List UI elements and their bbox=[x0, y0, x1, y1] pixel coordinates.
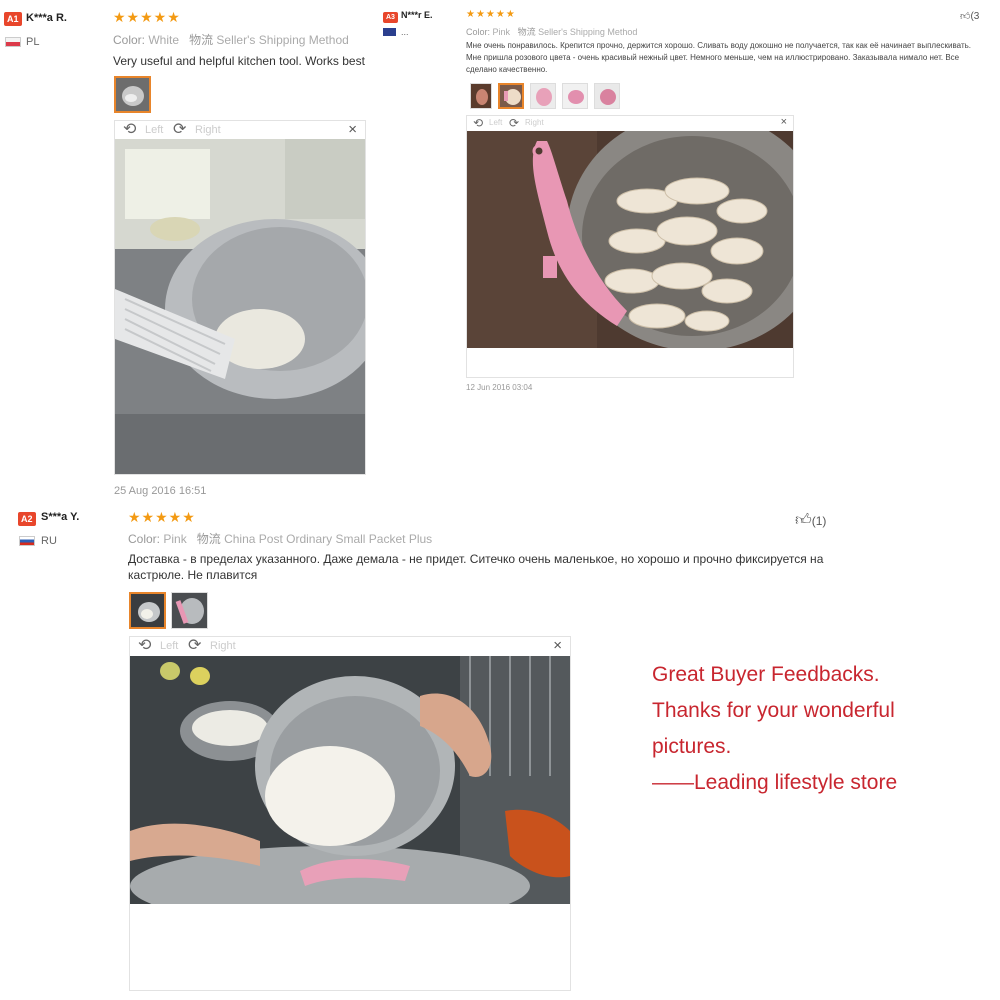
color-value: Pink bbox=[163, 532, 187, 546]
review-date: 25 Aug 2016 16:51 bbox=[114, 485, 207, 497]
rotate-left-icon[interactable]: ⟲ bbox=[138, 638, 151, 654]
review-photo-thumbnail[interactable] bbox=[129, 592, 166, 629]
review-attributes: Color: Pink 物流 China Post Ordinary Small… bbox=[128, 530, 432, 547]
rotate-right-label[interactable]: Right bbox=[525, 118, 544, 127]
rotate-right-icon[interactable]: ⟳ bbox=[509, 117, 519, 129]
promo-line-4: ——Leading lifestyle store bbox=[652, 771, 898, 794]
review-photo-thumbnail[interactable] bbox=[530, 83, 556, 109]
rotate-left-icon[interactable]: ⟲ bbox=[473, 117, 483, 129]
reviewer-name: K***a R. bbox=[26, 12, 67, 24]
color-label: Color: bbox=[113, 33, 146, 47]
review-photo-thumbnail[interactable] bbox=[114, 76, 151, 113]
rotate-right-icon[interactable]: ⟳ bbox=[188, 638, 201, 654]
helpful-count: (1) bbox=[811, 514, 827, 528]
flag-icon bbox=[19, 536, 35, 546]
promo-line-2: Thanks for your wonderful bbox=[652, 699, 895, 722]
close-icon[interactable]: × bbox=[553, 637, 562, 654]
viewer-toolbar: ⟲ Left ⟳ Right × bbox=[115, 121, 365, 139]
color-value: White bbox=[148, 33, 180, 47]
photo-viewer: ⟲ Left ⟳ Right × bbox=[466, 115, 794, 378]
reviewer-country: ... bbox=[401, 27, 409, 37]
review-text: Доставка - в пределах указанного. Даже д… bbox=[128, 552, 824, 582]
review-photo-thumbnail[interactable] bbox=[594, 83, 620, 109]
star-rating: ★★★★★ bbox=[128, 509, 196, 525]
helpful-button[interactable]: 👍︎(1) bbox=[795, 511, 826, 530]
helpful-button[interactable]: 👍︎(3 bbox=[960, 10, 979, 22]
reviewer-name: S***a Y. bbox=[41, 511, 80, 523]
review-attributes: Color: Pink 物流 Seller's Shipping Method bbox=[466, 25, 637, 38]
review-photo-thumbnail[interactable] bbox=[562, 83, 588, 109]
star-rating: ★★★★★ bbox=[466, 9, 516, 20]
buyer-level-badge: A1 bbox=[4, 12, 22, 26]
flag-icon bbox=[383, 28, 396, 36]
review-text: Very useful and helpful kitchen tool. Wo… bbox=[113, 54, 365, 68]
promo-line-3: pictures. bbox=[652, 735, 732, 758]
reviewer-country: PL bbox=[26, 36, 40, 48]
promo-line-1: Great Buyer Feedbacks. bbox=[652, 663, 880, 686]
star-rating: ★★★★★ bbox=[113, 9, 181, 25]
reviewer-country: RU bbox=[41, 535, 57, 547]
review-photo-thumbnail[interactable] bbox=[171, 592, 208, 629]
buyer-level-badge: A2 bbox=[18, 512, 36, 526]
viewer-toolbar: ⟲ Left ⟳ Right × bbox=[467, 116, 793, 130]
review-photo-thumbnail[interactable] bbox=[498, 83, 524, 109]
shipping-label: 物流 bbox=[517, 27, 536, 37]
color-label: Color: bbox=[128, 532, 161, 546]
reviewer-name: N***r E. bbox=[401, 10, 433, 20]
flag-icon bbox=[5, 37, 21, 47]
rotate-left-label[interactable]: Left bbox=[145, 124, 163, 136]
rotate-left-label[interactable]: Left bbox=[160, 640, 178, 652]
rotate-right-icon[interactable]: ⟳ bbox=[173, 122, 186, 138]
shipping-value: Seller's Shipping Method bbox=[538, 27, 638, 37]
rotate-left-icon[interactable]: ⟲ bbox=[123, 122, 136, 138]
review-date: 12 Jun 2016 03:04 bbox=[466, 383, 533, 392]
shipping-value: China Post Ordinary Small Packet Plus bbox=[224, 532, 433, 546]
close-icon[interactable]: × bbox=[781, 116, 787, 128]
thumbs-up-icon: 👍︎ bbox=[795, 512, 812, 529]
review-attributes: Color: White 物流 Seller's Shipping Method bbox=[113, 31, 349, 48]
review-photo bbox=[115, 139, 365, 474]
close-icon[interactable]: × bbox=[348, 121, 357, 138]
review-text: Мне очень понравилось. Крепится прочно, … bbox=[466, 41, 971, 74]
review-photo bbox=[467, 131, 793, 348]
review-photo-thumbnail[interactable] bbox=[470, 83, 492, 109]
shipping-label: 物流 bbox=[189, 33, 214, 47]
photo-viewer: ⟲ Left ⟳ Right × bbox=[114, 120, 366, 475]
rotate-right-label[interactable]: Right bbox=[210, 640, 236, 652]
rotate-right-label[interactable]: Right bbox=[195, 124, 221, 136]
color-value: Pink bbox=[492, 27, 511, 37]
shipping-label: 物流 bbox=[196, 532, 221, 546]
review-photo bbox=[130, 656, 570, 904]
rotate-left-label[interactable]: Left bbox=[489, 118, 502, 127]
color-label: Color: bbox=[466, 27, 491, 37]
viewer-toolbar: ⟲ Left ⟳ Right × bbox=[130, 637, 570, 655]
thumbs-up-icon: 👍︎ bbox=[960, 11, 971, 22]
helpful-count: (3 bbox=[970, 11, 980, 22]
buyer-level-badge: A3 bbox=[383, 12, 398, 23]
photo-viewer: ⟲ Left ⟳ Right × bbox=[129, 636, 571, 991]
promo-message: Great Buyer Feedbacks. Thanks for your w… bbox=[652, 657, 897, 801]
shipping-value: Seller's Shipping Method bbox=[216, 33, 349, 47]
